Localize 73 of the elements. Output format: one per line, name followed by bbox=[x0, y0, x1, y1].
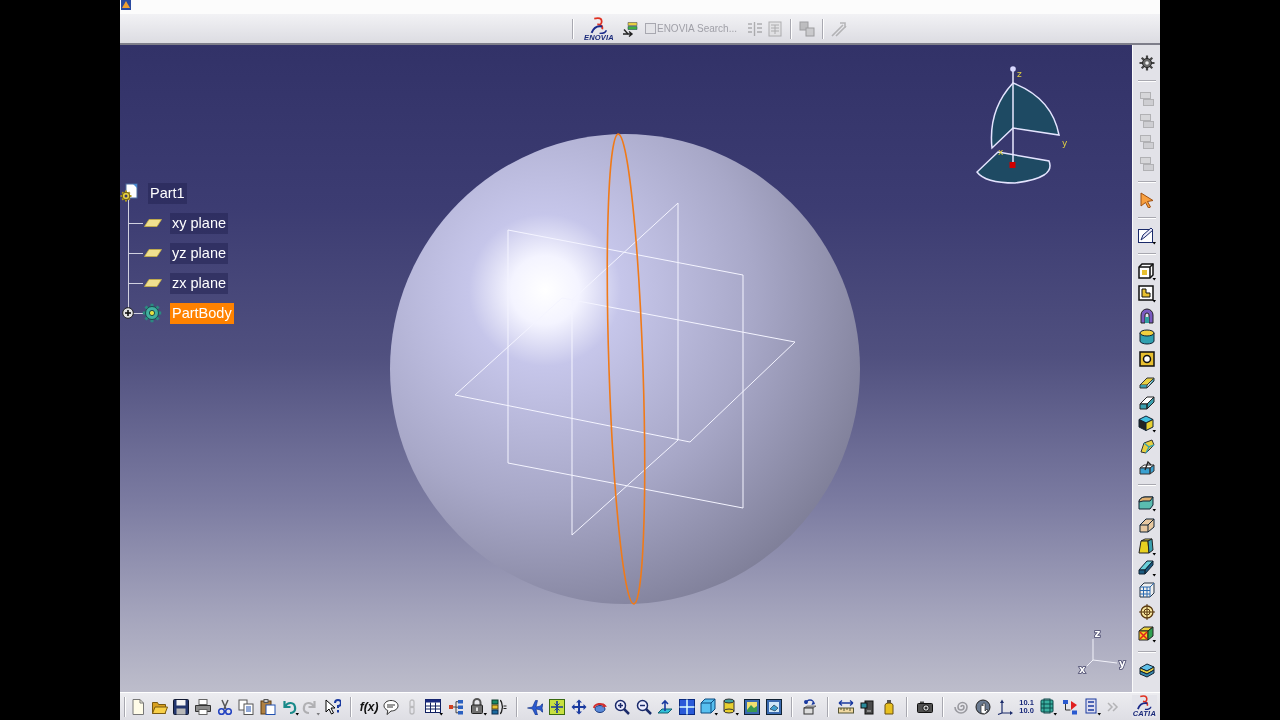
grid-block-icon[interactable] bbox=[1138, 582, 1155, 599]
tree-item[interactable]: yz plane bbox=[170, 242, 228, 264]
crosshair-icon[interactable] bbox=[1138, 603, 1155, 620]
gear-document-icon[interactable] bbox=[120, 183, 138, 203]
box-arrows-icon[interactable] bbox=[801, 698, 818, 715]
padlock-icon[interactable] bbox=[468, 697, 487, 716]
scissors-icon[interactable] bbox=[216, 698, 233, 715]
cylinder-icon[interactable] bbox=[721, 697, 740, 716]
axis-label: z bbox=[1094, 628, 1101, 639]
ruler-arrow-icon[interactable] bbox=[837, 698, 854, 715]
fit-frame-icon[interactable] bbox=[548, 698, 565, 715]
copy-icon[interactable] bbox=[238, 698, 255, 715]
axis-triad-drawing bbox=[1085, 638, 1118, 668]
tree-item[interactable]: zx plane bbox=[170, 272, 228, 294]
arch-shape-icon[interactable] bbox=[1138, 307, 1155, 324]
axis-label: y bbox=[1119, 658, 1126, 669]
formula-button[interactable]: f(x) bbox=[359, 699, 379, 714]
printer-icon[interactable] bbox=[194, 698, 211, 715]
axis-label: x bbox=[1079, 664, 1086, 675]
axis-label: z bbox=[1017, 69, 1022, 79]
app-icon[interactable] bbox=[121, 0, 131, 10]
slab-icon[interactable] bbox=[1137, 559, 1156, 578]
logo-mark-icon bbox=[590, 17, 608, 34]
zoom-in-icon[interactable] bbox=[614, 698, 631, 715]
clipboard-icon[interactable] bbox=[259, 698, 276, 715]
crossed-block-icon[interactable] bbox=[1137, 624, 1156, 643]
gear-icon[interactable] bbox=[1138, 54, 1155, 71]
layered-slab-icon[interactable] bbox=[1138, 661, 1155, 678]
new-document-icon[interactable] bbox=[129, 698, 146, 715]
compass-drawing[interactable] bbox=[976, 66, 1060, 184]
move-arrows-icon[interactable] bbox=[570, 698, 587, 715]
tapered-block-icon[interactable] bbox=[1137, 537, 1156, 556]
pencil-frame-icon[interactable] bbox=[1137, 227, 1156, 246]
cube-icon[interactable] bbox=[1137, 414, 1156, 433]
expand-icon[interactable] bbox=[122, 307, 134, 319]
speech-bubble-icon[interactable] bbox=[382, 698, 399, 715]
stacked-list-icon[interactable] bbox=[491, 698, 508, 715]
gear-icon[interactable] bbox=[142, 303, 162, 323]
beveled-block-icon[interactable] bbox=[1138, 517, 1155, 534]
pocket-frame-icon[interactable] bbox=[1137, 284, 1156, 303]
axis-label: y bbox=[1062, 138, 1068, 148]
arrow-connector-icon[interactable] bbox=[621, 20, 638, 37]
parallelogram-icon[interactable] bbox=[144, 279, 162, 287]
framed-eraser-icon[interactable] bbox=[765, 698, 782, 715]
airplane-icon[interactable] bbox=[527, 698, 544, 715]
zoom-out-icon[interactable] bbox=[635, 698, 652, 715]
axis-label: x bbox=[998, 147, 1004, 157]
framed-picture-icon[interactable] bbox=[744, 698, 761, 715]
four-squares-icon[interactable] bbox=[679, 698, 696, 715]
arrow-plane-icon[interactable] bbox=[657, 698, 674, 715]
tree-item[interactable]: Part1 bbox=[148, 182, 187, 204]
slanted-block-icon[interactable] bbox=[1138, 394, 1155, 411]
extruded-frame-icon[interactable] bbox=[1137, 263, 1156, 282]
cylinder-icon[interactable] bbox=[1138, 329, 1155, 346]
list-lines-icon[interactable] bbox=[1082, 697, 1101, 716]
loft-shape-icon[interactable] bbox=[1138, 437, 1155, 454]
logo-mark-icon bbox=[1136, 695, 1153, 710]
rounded-block-icon[interactable] bbox=[1137, 494, 1156, 513]
table-icon[interactable] bbox=[425, 697, 444, 716]
pointer-arrow-icon[interactable] bbox=[1138, 192, 1155, 209]
help-pointer-icon[interactable] bbox=[325, 698, 342, 715]
tree-item[interactable]: xy plane bbox=[170, 212, 228, 234]
flag-link-icon[interactable] bbox=[1061, 698, 1078, 715]
hand-globe-icon[interactable] bbox=[975, 698, 992, 715]
cube-icon[interactable] bbox=[699, 697, 718, 716]
axis-arrows-icon[interactable] bbox=[996, 698, 1013, 715]
cylinder-stack-icon[interactable] bbox=[1039, 697, 1058, 716]
parallelogram-icon[interactable] bbox=[144, 249, 162, 257]
parallelogram-icon[interactable] bbox=[144, 219, 162, 227]
dark-device-icon[interactable] bbox=[859, 698, 876, 715]
square-hole-icon[interactable] bbox=[1138, 350, 1155, 367]
tree-diagram-icon[interactable] bbox=[447, 698, 464, 715]
sweep-cut-icon[interactable] bbox=[1138, 459, 1155, 476]
